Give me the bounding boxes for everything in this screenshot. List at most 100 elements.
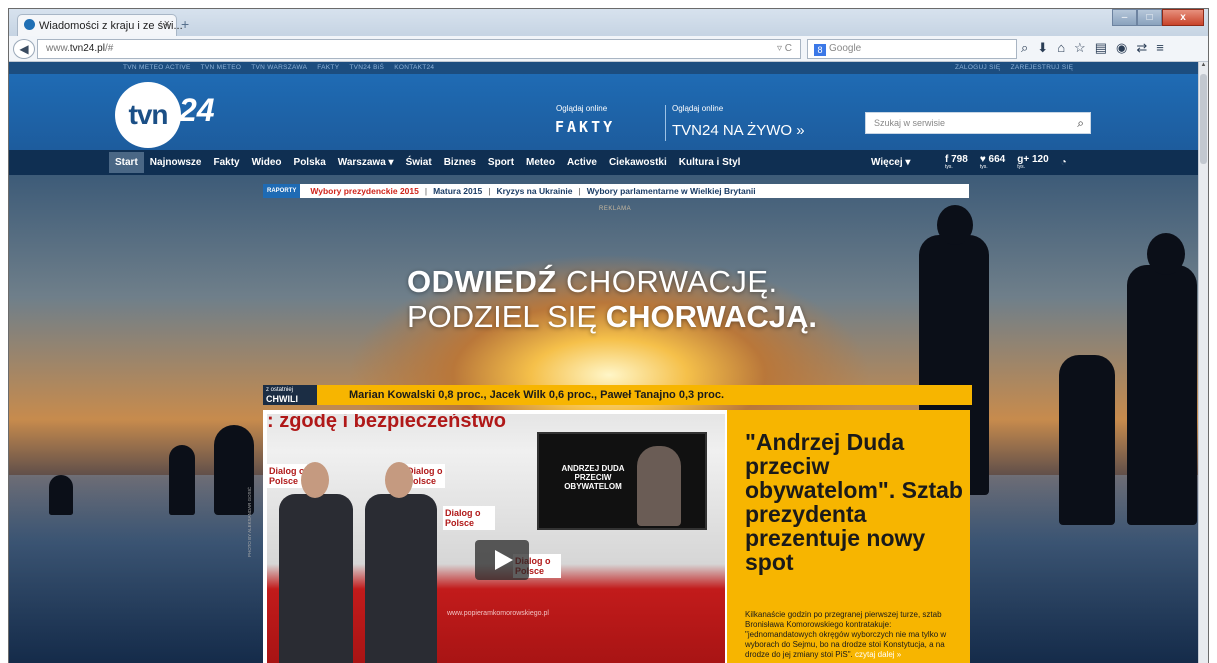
url-prefix: www. [46, 43, 70, 54]
top-link[interactable]: TVN24 BiŚ [349, 64, 384, 71]
report-separator: | [424, 186, 428, 196]
person-silhouette [937, 205, 973, 245]
facebook-link[interactable]: f 798 tys. [945, 154, 968, 170]
scroll-up-icon[interactable]: ▲ [1199, 62, 1208, 72]
url-domain: tvn24.pl [69, 43, 105, 54]
person-silhouette [49, 475, 73, 515]
tv-screen: ANDRZEJ DUDA PRZECIW OBYWATELOM [537, 432, 707, 530]
tab-title: Wiadomości z kraju i ze świ... [39, 20, 183, 32]
search-icon[interactable]: ⌕ [1021, 40, 1028, 56]
video-slogan: : zgodę i bezpieczeństwo [267, 414, 506, 432]
tab-close-icon[interactable]: × [164, 18, 170, 30]
reports-bar: RAPORTY Wybory prezydenckie 2015 | Matura… [263, 184, 969, 198]
site-search-input[interactable]: Szukaj w serwisie ⌕ [865, 112, 1091, 134]
close-window-button[interactable]: x [1162, 9, 1204, 26]
twitter-unit: tys. [979, 164, 988, 170]
social-links: f 798 tys. ♥ 664 tys. g+ 120 tys. ◔ [945, 154, 1067, 170]
top-link[interactable]: TVN METEO ACTIVE [123, 64, 191, 71]
login-link[interactable]: ZALOGUJ SIĘ [955, 64, 1001, 71]
tv-screen-person [637, 446, 681, 526]
url-bar[interactable]: www.tvn24.pl/# ▿ C [37, 39, 801, 59]
report-link[interactable]: Kryzys na Ukrainie [496, 186, 572, 196]
top-link[interactable]: TVN METEO [201, 64, 242, 71]
reload-icon[interactable]: ▿ C [777, 40, 792, 58]
ad-headline-line1[interactable]: ODWIEDŹ CHORWACJĘ. [407, 264, 778, 300]
person-head [385, 462, 413, 498]
menu-item-ciekawostki[interactable]: Ciekawostki [603, 157, 673, 168]
browser-tab[interactable]: Wiadomości z kraju i ze świ... × [17, 14, 183, 36]
live-stream-link[interactable]: TVN24 NA ŻYWO » [672, 122, 805, 139]
sync-icon[interactable]: ⇄ [1136, 40, 1147, 56]
photo-credit: PHOTO BY ALEKSANDAR GOSIĆ [247, 486, 252, 557]
person-figure [279, 494, 353, 663]
menu-item-sport[interactable]: Sport [482, 157, 520, 168]
person-silhouette [1127, 265, 1197, 525]
story-headline[interactable]: "Andrzej Duda przeciw obywatelom". Sztab… [745, 430, 965, 574]
window-controls: – □ x [1112, 9, 1204, 27]
logo-text: tvn [128, 99, 169, 130]
minimize-button[interactable]: – [1112, 9, 1137, 26]
download-icon[interactable]: ⬇ [1037, 40, 1048, 56]
menu-item-najnowsze[interactable]: Najnowsze [144, 157, 208, 168]
ad-bold-text: CHORWACJĄ. [605, 299, 817, 334]
person-silhouette [169, 445, 195, 515]
bookmark-star-icon[interactable]: ☆ [1074, 40, 1086, 56]
browser-search-input[interactable]: 8 Google [807, 39, 1017, 59]
header-divider [665, 105, 666, 141]
title-bar: Wiadomości z kraju i ze świ... × + – □ x [9, 9, 1208, 36]
watch-online-label: Oglądaj online [672, 104, 724, 113]
menu-item-warszawa[interactable]: Warszawa ▾ [332, 157, 400, 168]
menu-item-start[interactable]: Start [109, 152, 144, 173]
person-silhouette [1147, 233, 1185, 275]
menu-item-fakty[interactable]: Fakty [207, 157, 245, 168]
gplus-link[interactable]: g+ 120 tys. [1017, 154, 1048, 170]
tvn24-favicon-icon [24, 19, 35, 30]
fakty-link[interactable]: FAKTY [555, 118, 615, 136]
menu-item-swiat[interactable]: Świat [400, 157, 438, 168]
menu-item-kultura[interactable]: Kultura i Styl [673, 157, 747, 168]
browser-window: Wiadomości z kraju i ze świ... × + – □ x… [8, 8, 1209, 663]
dialog-logo: Dialog o Polsce [443, 506, 495, 530]
menu-item-meteo[interactable]: Meteo [520, 157, 561, 168]
video-thumbnail[interactable]: : zgodę i bezpieczeństwo Dialog o Polsce… [267, 414, 725, 663]
menu-icon[interactable]: ≡ [1156, 40, 1164, 56]
ad-headline-line2[interactable]: PODZIEL SIĘ CHORWACJĄ. [407, 299, 817, 335]
top-link[interactable]: FAKTY [317, 64, 339, 71]
story-text-panel: "Andrzej Duda przeciw obywatelom". Sztab… [727, 410, 970, 663]
menu-more-dropdown[interactable]: Więcej ▾ [871, 157, 910, 168]
tvn24-logo[interactable]: tvn [115, 82, 181, 148]
story-lead-text: Kilkanaście godzin po przegranej pierwsz… [745, 610, 947, 659]
play-icon[interactable] [475, 540, 529, 580]
report-link[interactable]: Wybory prezydenckie 2015 [310, 186, 419, 196]
bookmarks-list-icon[interactable]: ▤ [1095, 40, 1107, 56]
maximize-button[interactable]: □ [1137, 9, 1162, 26]
read-more-link[interactable]: czytaj dalej » [853, 650, 901, 659]
top-link[interactable]: KONTAKT24 [394, 64, 434, 71]
breaking-text: Marian Kowalski 0,8 proc., Jacek Wilk 0,… [349, 389, 725, 401]
search-icon[interactable]: ⌕ [1077, 113, 1084, 133]
site-header: tvn 24 Oglądaj online FAKTY Oglądaj onli… [9, 74, 1208, 150]
ad-thin-text: CHORWACJĘ. [556, 264, 778, 299]
toolbar-icons: ⌕ ⬇ ⌂ ☆ ▤ ◉ ⇄ ≡ [1021, 40, 1164, 56]
ad-bold-text: ODWIEDŹ [407, 264, 557, 299]
menu-item-active[interactable]: Active [561, 157, 603, 168]
logo-number: 24 [179, 92, 215, 128]
addon-icon[interactable]: ◉ [1116, 40, 1127, 56]
register-link[interactable]: ZAREJESTRUJ SIĘ [1011, 64, 1074, 71]
report-link[interactable]: Wybory parlamentarne w Wielkiej Brytanii [587, 186, 756, 196]
menu-item-wideo[interactable]: Wideo [246, 157, 288, 168]
menu-item-polska[interactable]: Polska [288, 157, 332, 168]
home-icon[interactable]: ⌂ [1057, 40, 1065, 56]
rss-icon[interactable]: ◔ [1061, 157, 1067, 168]
video-url: www.popieramkomorowskiego.pl [447, 610, 549, 617]
breaking-news-ticker[interactable]: z ostatniej CHWILI Marian Kowalski 0,8 pr… [263, 385, 972, 405]
menu-item-biznes[interactable]: Biznes [438, 157, 482, 168]
page-scrollbar[interactable]: ▲ [1198, 62, 1208, 663]
top-link[interactable]: TVN WARSZAWA [251, 64, 307, 71]
scrollbar-thumb[interactable] [1200, 74, 1207, 164]
back-button[interactable]: ◀ [13, 39, 35, 59]
report-link[interactable]: Matura 2015 [433, 186, 482, 196]
tv-screen-text: ANDRZEJ DUDA PRZECIW OBYWATELOM [561, 464, 625, 491]
new-tab-button[interactable]: + [181, 16, 189, 32]
twitter-link[interactable]: ♥ 664 tys. [980, 154, 1005, 170]
